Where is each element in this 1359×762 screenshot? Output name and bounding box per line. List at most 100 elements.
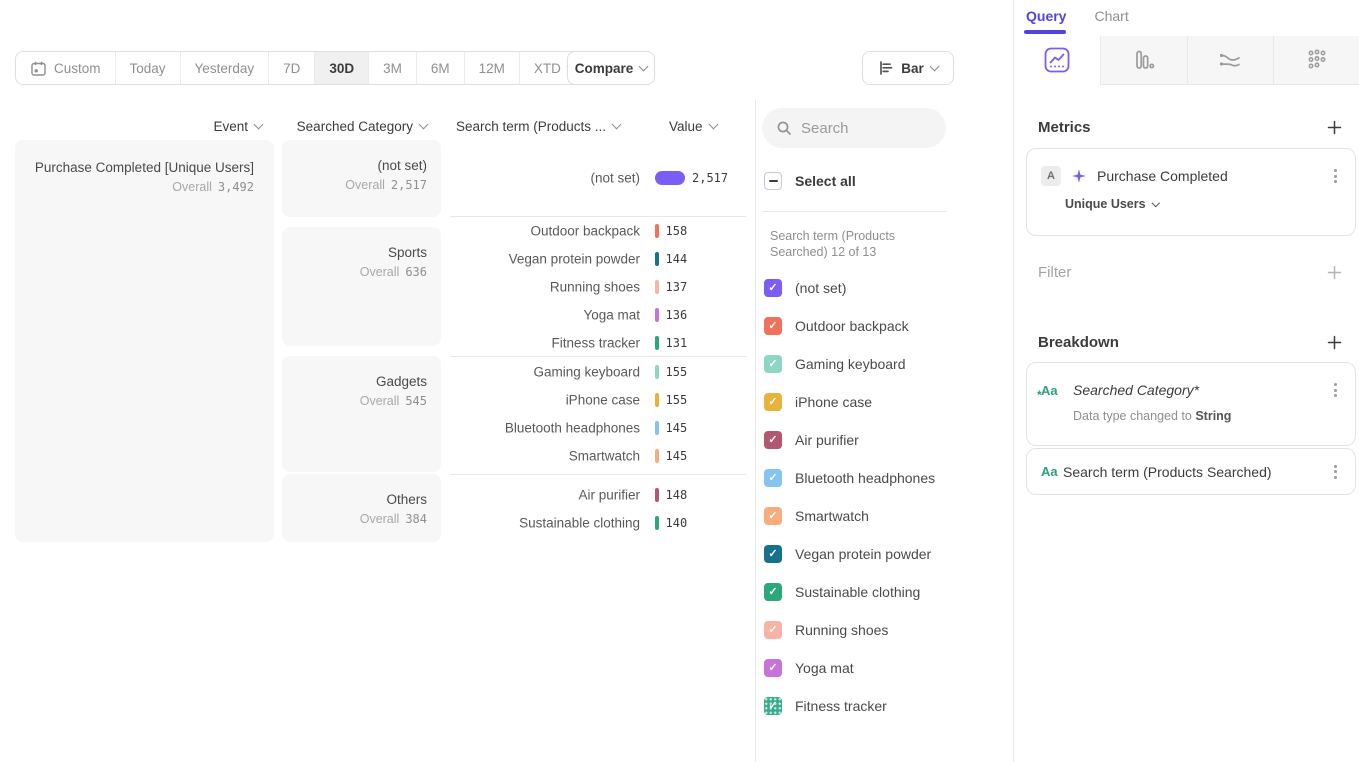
table-row[interactable]: Outdoor backpack 158 [450, 217, 746, 245]
check-icon: ✓ [768, 587, 777, 598]
check-icon: ✓ [768, 435, 777, 446]
metric-name: Purchase Completed [1097, 168, 1320, 184]
table-row[interactable]: Vegan protein powder 144 [450, 245, 746, 273]
value-bar [655, 393, 659, 407]
checkbox-checked[interactable]: ✓ [764, 355, 782, 373]
column-header-search-term[interactable]: Search term (Products ... [456, 115, 620, 137]
date-range-6m[interactable]: 6M [417, 52, 465, 84]
string-property-icon: Aa [1041, 464, 1063, 479]
checkbox-checked[interactable]: ✓ [764, 697, 782, 715]
checkbox-checked[interactable]: ✓ [764, 545, 782, 563]
search-box[interactable] [762, 108, 946, 148]
panel-tabs: Query Chart [1026, 8, 1129, 24]
date-range-today[interactable]: Today [116, 52, 181, 84]
checkbox-checked[interactable]: ✓ [764, 583, 782, 601]
breakdown-menu-button[interactable] [1330, 379, 1341, 401]
date-range-label: Custom [54, 61, 101, 76]
column-header-value[interactable]: Value [669, 115, 717, 137]
category-cell-gadgets[interactable]: Gadgets Overall545 [282, 356, 441, 472]
metric-card[interactable]: A Purchase Completed Unique Users [1026, 148, 1356, 236]
tab-flows[interactable] [1187, 36, 1274, 85]
tab-bar-chart[interactable] [1100, 36, 1187, 85]
table-row[interactable]: Running shoes 137 [450, 273, 746, 301]
metric-series-badge: A [1041, 166, 1061, 186]
date-range-control: Custom Today Yesterday 7D 30D 3M 6M 12M … [15, 51, 590, 85]
list-item[interactable]: ✓ Fitness tracker [764, 687, 935, 725]
table-row[interactable]: Sustainable clothing 140 [450, 509, 746, 537]
chart-type-dropdown[interactable]: Bar [862, 51, 954, 85]
column-header-event[interactable]: Event [15, 115, 262, 137]
list-item[interactable]: ✓ Vegan protein powder [764, 535, 935, 573]
table-row[interactable]: Fitness tracker 131 [450, 329, 746, 357]
filter-heading: Filter [1038, 264, 1071, 281]
search-input[interactable] [801, 120, 921, 137]
date-range-custom[interactable]: Custom [16, 52, 116, 84]
list-item[interactable]: ✓ Gaming keyboard [764, 345, 935, 383]
active-tab-underline [1024, 30, 1066, 34]
add-filter-button[interactable] [1325, 263, 1343, 281]
table-row[interactable]: Air purifier 148 [450, 481, 746, 509]
breakdown-card-searched-category[interactable]: Aa* Searched Category* Data type changed… [1026, 362, 1356, 446]
metric-menu-button[interactable] [1330, 165, 1341, 187]
event-cell[interactable]: Purchase Completed [Unique Users] Overal… [15, 140, 274, 542]
category-cell-not-set[interactable]: (not set) Overall2,517 [282, 140, 441, 217]
add-metric-button[interactable] [1325, 118, 1343, 136]
date-range-30d-selected[interactable]: 30D [315, 52, 369, 84]
date-range-7d[interactable]: 7D [269, 52, 315, 84]
breakdown-menu-button[interactable] [1330, 461, 1341, 483]
compare-button[interactable]: Compare [567, 51, 655, 85]
value-bar [655, 280, 659, 294]
chevron-down-icon [639, 61, 649, 71]
checkbox-checked[interactable]: ✓ [764, 621, 782, 639]
checkbox-checked[interactable]: ✓ [764, 431, 782, 449]
breakdown-card-search-term[interactable]: Aa Search term (Products Searched) [1026, 448, 1356, 495]
list-item[interactable]: ✓ Air purifier [764, 421, 935, 459]
select-all-row[interactable]: Select all [764, 172, 856, 190]
table-row[interactable]: iPhone case 155 [450, 386, 746, 414]
checkbox-checked[interactable]: ✓ [764, 393, 782, 411]
value-bar [655, 224, 659, 238]
table-row[interactable]: (not set) 2,517 [450, 164, 746, 192]
bar-chart-icon [1132, 48, 1156, 72]
checkbox-checked[interactable]: ✓ [764, 279, 782, 297]
add-breakdown-button[interactable] [1325, 333, 1343, 351]
checkbox-checked[interactable]: ✓ [764, 469, 782, 487]
tab-retention-grid[interactable] [1273, 36, 1359, 85]
value-bar [655, 252, 659, 266]
list-item[interactable]: ✓ Yoga mat [764, 649, 935, 687]
chevron-down-icon [708, 119, 718, 129]
chevron-down-icon [612, 119, 622, 129]
date-range-yesterday[interactable]: Yesterday [181, 52, 270, 84]
table-row[interactable]: Gaming keyboard 155 [450, 358, 746, 386]
list-item[interactable]: ✓ iPhone case [764, 383, 935, 421]
list-item[interactable]: ✓ Bluetooth headphones [764, 459, 935, 497]
column-header-searched-category[interactable]: Searched Category [282, 115, 427, 137]
checkbox-indeterminate[interactable] [764, 172, 782, 190]
metrics-heading: Metrics [1038, 119, 1091, 136]
checkbox-checked[interactable]: ✓ [764, 317, 782, 335]
date-range-3m[interactable]: 3M [369, 52, 417, 84]
value-bar [655, 516, 659, 530]
table-row[interactable]: Yoga mat 136 [450, 301, 746, 329]
date-range-12m[interactable]: 12M [465, 52, 520, 84]
aggregation-dropdown[interactable]: Unique Users [1065, 197, 1341, 211]
modified-marker: * [1037, 388, 1042, 402]
category-cell-others[interactable]: Others Overall384 [282, 474, 441, 542]
checkbox-checked[interactable]: ✓ [764, 659, 782, 677]
event-sparkle-icon [1071, 168, 1087, 184]
tab-query[interactable]: Query [1026, 8, 1066, 24]
list-item[interactable]: ✓ Smartwatch [764, 497, 935, 535]
check-icon: ✓ [768, 397, 777, 408]
checkbox-checked[interactable]: ✓ [764, 507, 782, 525]
value-bar [655, 488, 659, 502]
table-row[interactable]: Smartwatch 145 [450, 442, 746, 470]
table-row[interactable]: Bluetooth headphones 145 [450, 414, 746, 442]
list-item[interactable]: ✓ Sustainable clothing [764, 573, 935, 611]
list-item[interactable]: ✓ Outdoor backpack [764, 307, 935, 345]
tab-chart[interactable]: Chart [1094, 8, 1128, 24]
list-item[interactable]: ✓ (not set) [764, 269, 935, 307]
tab-line-chart[interactable] [1014, 36, 1100, 85]
filter-group-label: Search term (Products Searched) 12 of 13 [770, 228, 950, 260]
list-item[interactable]: ✓ Running shoes [764, 611, 935, 649]
category-cell-sports[interactable]: Sports Overall636 [282, 227, 441, 346]
